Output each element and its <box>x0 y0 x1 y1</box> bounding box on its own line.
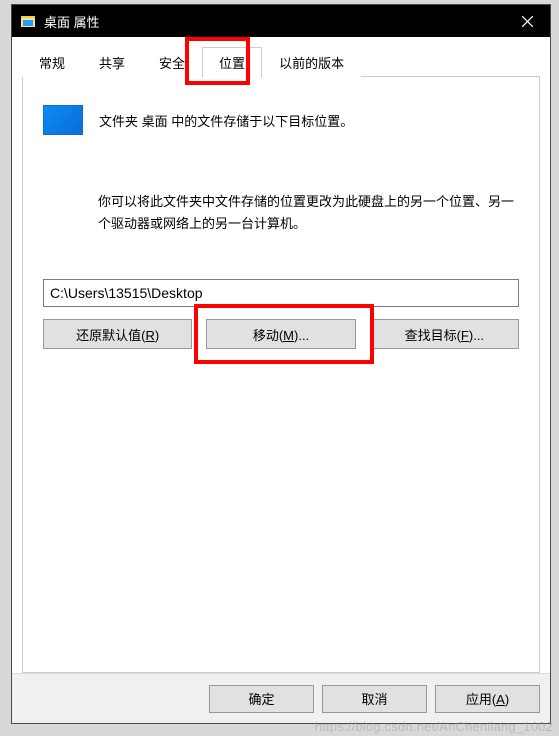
find-target-button[interactable]: 查找目标(F)... <box>370 319 519 349</box>
tab-general[interactable]: 常规 <box>22 47 82 77</box>
tab-panel-location: 文件夹 桌面 中的文件存储于以下目标位置。 你可以将此文件夹中文件存储的位置更改… <box>22 76 540 673</box>
cancel-button[interactable]: 取消 <box>322 685 427 713</box>
info-text: 你可以将此文件夹中文件存储的位置更改为此硬盘上的另一个位置、另一个驱动器或网络上… <box>43 191 519 235</box>
titlebar: 桌面 属性 <box>12 5 550 37</box>
content-area: 常规 共享 安全 位置 以前的版本 文件夹 桌面 中的文件存储于以下目标位置。 … <box>12 37 550 673</box>
properties-dialog: 桌面 属性 常规 共享 安全 位置 以前的版本 文件夹 桌面 中的文件存储于以下… <box>11 4 551 724</box>
dialog-footer: 确定 取消 应用(A) <box>12 673 550 723</box>
ok-button[interactable]: 确定 <box>209 685 314 713</box>
close-icon <box>522 16 533 27</box>
apply-button[interactable]: 应用(A) <box>435 685 540 713</box>
restore-default-button[interactable]: 还原默认值(R) <box>43 319 192 349</box>
description-row: 文件夹 桌面 中的文件存储于以下目标位置。 <box>43 105 519 135</box>
tab-sharing[interactable]: 共享 <box>82 47 142 77</box>
path-input[interactable] <box>43 279 519 307</box>
action-button-row: 还原默认值(R) 移动(M)... 查找目标(F)... <box>43 319 519 349</box>
move-button[interactable]: 移动(M)... <box>206 319 355 349</box>
tab-security[interactable]: 安全 <box>142 47 202 77</box>
tab-previous[interactable]: 以前的版本 <box>262 47 361 77</box>
tabs: 常规 共享 安全 位置 以前的版本 <box>22 47 540 77</box>
window-title: 桌面 属性 <box>44 12 504 31</box>
tab-location[interactable]: 位置 <box>202 47 262 78</box>
explorer-icon <box>20 13 36 29</box>
description-text: 文件夹 桌面 中的文件存储于以下目标位置。 <box>99 111 353 130</box>
close-button[interactable] <box>504 5 550 37</box>
desktop-icon <box>43 105 83 135</box>
